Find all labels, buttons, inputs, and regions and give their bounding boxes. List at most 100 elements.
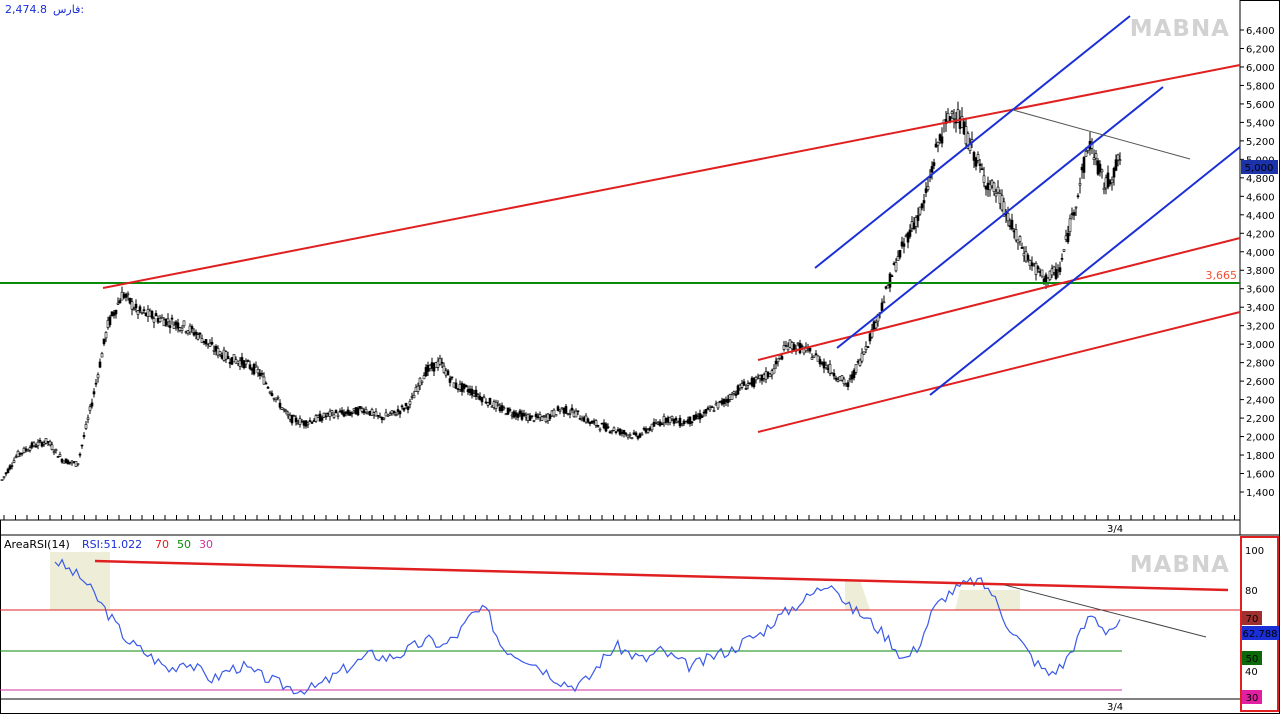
candle-body	[862, 351, 866, 355]
candle-body	[134, 303, 138, 309]
candle-body	[36, 441, 40, 446]
current-price-label: 5,000	[1245, 163, 1274, 174]
candle-body	[120, 291, 124, 301]
candle-body	[598, 428, 602, 431]
candle-body	[142, 309, 146, 311]
candle-body	[846, 382, 850, 387]
candle-body	[594, 420, 598, 426]
candle-body	[660, 423, 664, 426]
candle-body	[58, 454, 62, 457]
candle-body	[1082, 157, 1086, 173]
candle-body	[168, 325, 172, 328]
x-tick-label: 3/4	[1107, 524, 1123, 535]
rsi-legend-value: RSI:51.022	[82, 538, 142, 551]
candle-body	[216, 348, 220, 356]
candle-body	[542, 415, 546, 417]
candle-body	[568, 413, 572, 415]
candle-body	[516, 414, 520, 418]
candle-body	[1014, 229, 1018, 241]
candle-body	[610, 430, 614, 433]
candle-body	[1076, 195, 1080, 198]
support-level-label: 3,665	[1206, 269, 1238, 282]
candle-body	[730, 394, 734, 400]
candle-body	[916, 215, 920, 221]
price-tick-label: 2,600	[1246, 377, 1275, 388]
candle-body	[222, 349, 226, 361]
candle-body	[496, 404, 500, 406]
candle-body	[776, 358, 780, 363]
candle-body	[400, 405, 404, 408]
candle-body	[136, 310, 140, 315]
candle-body	[1114, 159, 1118, 171]
candle-body	[76, 463, 80, 465]
candle-body	[198, 332, 202, 335]
rsi-x-tick-label: 3/4	[1107, 702, 1123, 713]
candle-body	[278, 402, 282, 408]
candle-body	[92, 391, 96, 395]
candle-body	[294, 417, 298, 423]
candle-body	[86, 417, 90, 420]
candle-body	[1064, 235, 1068, 240]
candle-body	[264, 382, 268, 385]
candle-body	[1040, 269, 1044, 277]
candle-body	[1028, 260, 1032, 267]
price-tick-label: 4,800	[1246, 174, 1275, 185]
watermark: MABNA	[1130, 16, 1230, 42]
candle-body	[1052, 266, 1056, 273]
candle-body	[166, 318, 170, 323]
candle-body	[214, 346, 218, 352]
candle-body	[898, 249, 902, 258]
candle-body	[1050, 268, 1054, 276]
candle-body	[732, 391, 736, 394]
candle-body	[1026, 255, 1030, 260]
candle-body	[920, 203, 924, 209]
candle-body	[1054, 269, 1058, 279]
candle-body	[814, 353, 818, 355]
candle-body	[1032, 264, 1036, 267]
candle-body	[260, 373, 264, 375]
candle-body	[192, 332, 196, 336]
candle-body	[798, 342, 802, 354]
candle-body	[1080, 166, 1084, 171]
candle-body	[488, 397, 492, 405]
candle-body	[874, 322, 878, 329]
candle-body	[6, 468, 10, 473]
candle-body	[252, 364, 256, 375]
candle-body	[630, 437, 634, 439]
price-tick-label: 3,000	[1246, 340, 1275, 351]
candle-body	[476, 394, 480, 397]
candle-body	[744, 388, 748, 390]
candle-body	[932, 162, 936, 167]
candle-body	[172, 324, 176, 329]
candle-body	[132, 308, 136, 311]
symbol-value: 2,474.8	[5, 3, 47, 16]
candle-body	[540, 416, 544, 421]
candle-body	[158, 317, 162, 322]
candle-body	[210, 341, 214, 345]
candle-body	[330, 410, 334, 414]
candle-body	[408, 400, 412, 405]
candle-body	[246, 360, 250, 362]
rsi-30-badge-label: 30	[1246, 693, 1259, 704]
candle-body	[194, 331, 198, 335]
candle-body	[170, 317, 174, 320]
candle-body	[574, 410, 578, 418]
candle-body	[448, 378, 452, 383]
price-tick-label: 4,600	[1246, 192, 1275, 203]
candle-body	[450, 376, 454, 379]
candle-body	[82, 435, 86, 437]
candle-body	[70, 460, 74, 464]
candle-body	[148, 310, 152, 317]
candle-body	[674, 417, 678, 421]
rsi-legend-30: 30	[199, 538, 213, 551]
price-tick-label: 2,400	[1246, 396, 1275, 407]
candle-body	[350, 412, 354, 415]
candle-body	[1110, 179, 1114, 183]
price-tick-label: 1,800	[1246, 451, 1275, 462]
candle-body	[90, 402, 94, 407]
candle-body	[1092, 157, 1096, 160]
price-pane: MABNA 1,400 1,600 1,800 2,000 2,200 2,400 2,60…	[0, 0, 1280, 536]
candle-body	[12, 460, 16, 463]
candle-body	[186, 330, 190, 334]
candle-body	[1018, 236, 1022, 242]
